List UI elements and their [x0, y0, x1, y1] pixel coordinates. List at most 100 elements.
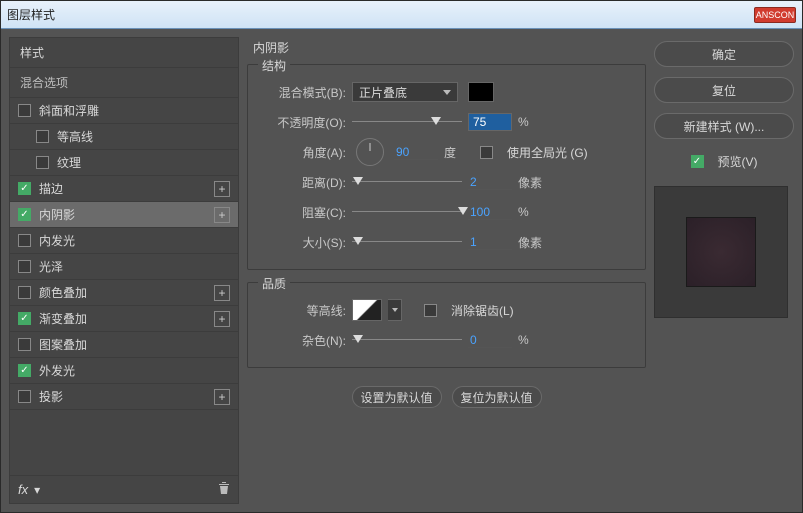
style-item-10[interactable]: 外发光 — [10, 358, 238, 384]
style-label: 投影 — [39, 388, 214, 405]
settings-panel: 内阴影 结构 混合模式(B): 正片叠底 不透明度(O): 75 % 角度(A)… — [247, 37, 646, 504]
style-checkbox[interactable] — [36, 156, 49, 169]
size-input[interactable]: 1 — [468, 235, 512, 250]
cancel-button[interactable]: 复位 — [654, 77, 794, 103]
preview-box — [654, 186, 788, 318]
style-item-0[interactable]: 斜面和浮雕 — [10, 98, 238, 124]
new-style-button[interactable]: 新建样式 (W)... — [654, 113, 794, 139]
preview-label: 预览(V) — [718, 153, 758, 170]
noise-slider[interactable] — [352, 333, 462, 347]
style-checkbox[interactable] — [18, 338, 31, 351]
right-panel: 确定 复位 新建样式 (W)... 预览(V) — [654, 37, 794, 504]
reset-default-button[interactable]: 复位为默认值 — [452, 386, 542, 408]
window-close-button[interactable]: ANSCON — [754, 7, 796, 23]
blending-options[interactable]: 混合选项 — [10, 68, 238, 98]
styles-heading[interactable]: 样式 — [10, 38, 238, 68]
noise-unit: % — [518, 333, 548, 347]
global-light-label: 使用全局光 (G) — [507, 144, 588, 161]
add-effect-icon[interactable]: + — [214, 311, 230, 327]
style-checkbox[interactable] — [18, 390, 31, 403]
noise-label: 杂色(N): — [260, 332, 346, 349]
contour-picker[interactable] — [352, 299, 382, 321]
opacity-label: 不透明度(O): — [260, 114, 346, 131]
title-bar: 图层样式 ANSCON — [1, 1, 802, 29]
quality-group: 品质 等高线: 消除锯齿(L) 杂色(N): 0 % — [247, 282, 646, 368]
contour-label: 等高线: — [260, 302, 346, 319]
style-checkbox[interactable] — [18, 260, 31, 273]
structure-label: 结构 — [258, 57, 290, 74]
choke-unit: % — [518, 205, 548, 219]
style-item-3[interactable]: 描边+ — [10, 176, 238, 202]
style-item-11[interactable]: 投影+ — [10, 384, 238, 410]
antialias-checkbox[interactable] — [424, 304, 437, 317]
style-item-2[interactable]: 纹理 — [10, 150, 238, 176]
styles-sidebar: 样式 混合选项 斜面和浮雕等高线纹理描边+内阴影+内发光光泽颜色叠加+渐变叠加+… — [9, 37, 239, 504]
style-list: 斜面和浮雕等高线纹理描边+内阴影+内发光光泽颜色叠加+渐变叠加+图案叠加外发光投… — [10, 98, 238, 475]
opacity-slider[interactable] — [352, 115, 462, 129]
style-checkbox[interactable] — [18, 312, 31, 325]
blend-mode-select[interactable]: 正片叠底 — [352, 82, 458, 102]
quality-label: 品质 — [258, 275, 290, 292]
style-checkbox[interactable] — [36, 130, 49, 143]
opacity-input[interactable]: 75 — [468, 113, 512, 131]
add-effect-icon[interactable]: + — [214, 389, 230, 405]
angle-label: 角度(A): — [260, 144, 346, 161]
distance-input[interactable]: 2 — [468, 175, 512, 190]
add-effect-icon[interactable]: + — [214, 285, 230, 301]
angle-input[interactable]: 90 — [394, 145, 438, 160]
ok-button[interactable]: 确定 — [654, 41, 794, 67]
style-checkbox[interactable] — [18, 104, 31, 117]
style-label: 纹理 — [57, 154, 230, 171]
distance-unit: 像素 — [518, 174, 548, 191]
preview-checkbox[interactable] — [691, 155, 704, 168]
global-light-checkbox[interactable] — [480, 146, 493, 159]
size-slider[interactable] — [352, 235, 462, 249]
angle-unit: 度 — [444, 144, 474, 161]
panel-title: 内阴影 — [247, 37, 646, 58]
style-label: 外发光 — [39, 362, 230, 379]
style-label: 斜面和浮雕 — [39, 102, 230, 119]
window-title: 图层样式 — [7, 6, 55, 23]
styles-footer: fx ▾ — [10, 475, 238, 503]
style-label: 描边 — [39, 180, 214, 197]
style-label: 渐变叠加 — [39, 310, 214, 327]
style-item-7[interactable]: 颜色叠加+ — [10, 280, 238, 306]
distance-label: 距离(D): — [260, 174, 346, 191]
blend-mode-label: 混合模式(B): — [260, 84, 346, 101]
size-unit: 像素 — [518, 234, 548, 251]
add-effect-icon[interactable]: + — [214, 207, 230, 223]
make-default-button[interactable]: 设置为默认值 — [352, 386, 442, 408]
opacity-unit: % — [518, 115, 548, 129]
style-checkbox[interactable] — [18, 364, 31, 377]
preview-swatch — [686, 217, 756, 287]
fx-icon[interactable]: fx — [18, 482, 28, 497]
style-label: 图案叠加 — [39, 336, 230, 353]
style-checkbox[interactable] — [18, 182, 31, 195]
choke-slider[interactable] — [352, 205, 462, 219]
angle-dial[interactable] — [356, 138, 384, 166]
antialias-label: 消除锯齿(L) — [451, 302, 514, 319]
style-checkbox[interactable] — [18, 234, 31, 247]
style-label: 内阴影 — [39, 206, 214, 223]
fx-menu-icon[interactable]: ▾ — [34, 483, 40, 497]
style-item-5[interactable]: 内发光 — [10, 228, 238, 254]
style-checkbox[interactable] — [18, 286, 31, 299]
style-label: 等高线 — [57, 128, 230, 145]
style-checkbox[interactable] — [18, 208, 31, 221]
shadow-color-swatch[interactable] — [468, 82, 494, 102]
style-item-6[interactable]: 光泽 — [10, 254, 238, 280]
size-label: 大小(S): — [260, 234, 346, 251]
style-item-1[interactable]: 等高线 — [10, 124, 238, 150]
style-label: 光泽 — [39, 258, 230, 275]
choke-input[interactable]: 100 — [468, 205, 512, 220]
style-item-9[interactable]: 图案叠加 — [10, 332, 238, 358]
style-label: 内发光 — [39, 232, 230, 249]
style-item-8[interactable]: 渐变叠加+ — [10, 306, 238, 332]
style-item-4[interactable]: 内阴影+ — [10, 202, 238, 228]
noise-input[interactable]: 0 — [468, 333, 512, 348]
add-effect-icon[interactable]: + — [214, 181, 230, 197]
trash-icon[interactable] — [218, 481, 230, 498]
contour-dropdown[interactable] — [388, 299, 402, 321]
style-label: 颜色叠加 — [39, 284, 214, 301]
distance-slider[interactable] — [352, 175, 462, 189]
